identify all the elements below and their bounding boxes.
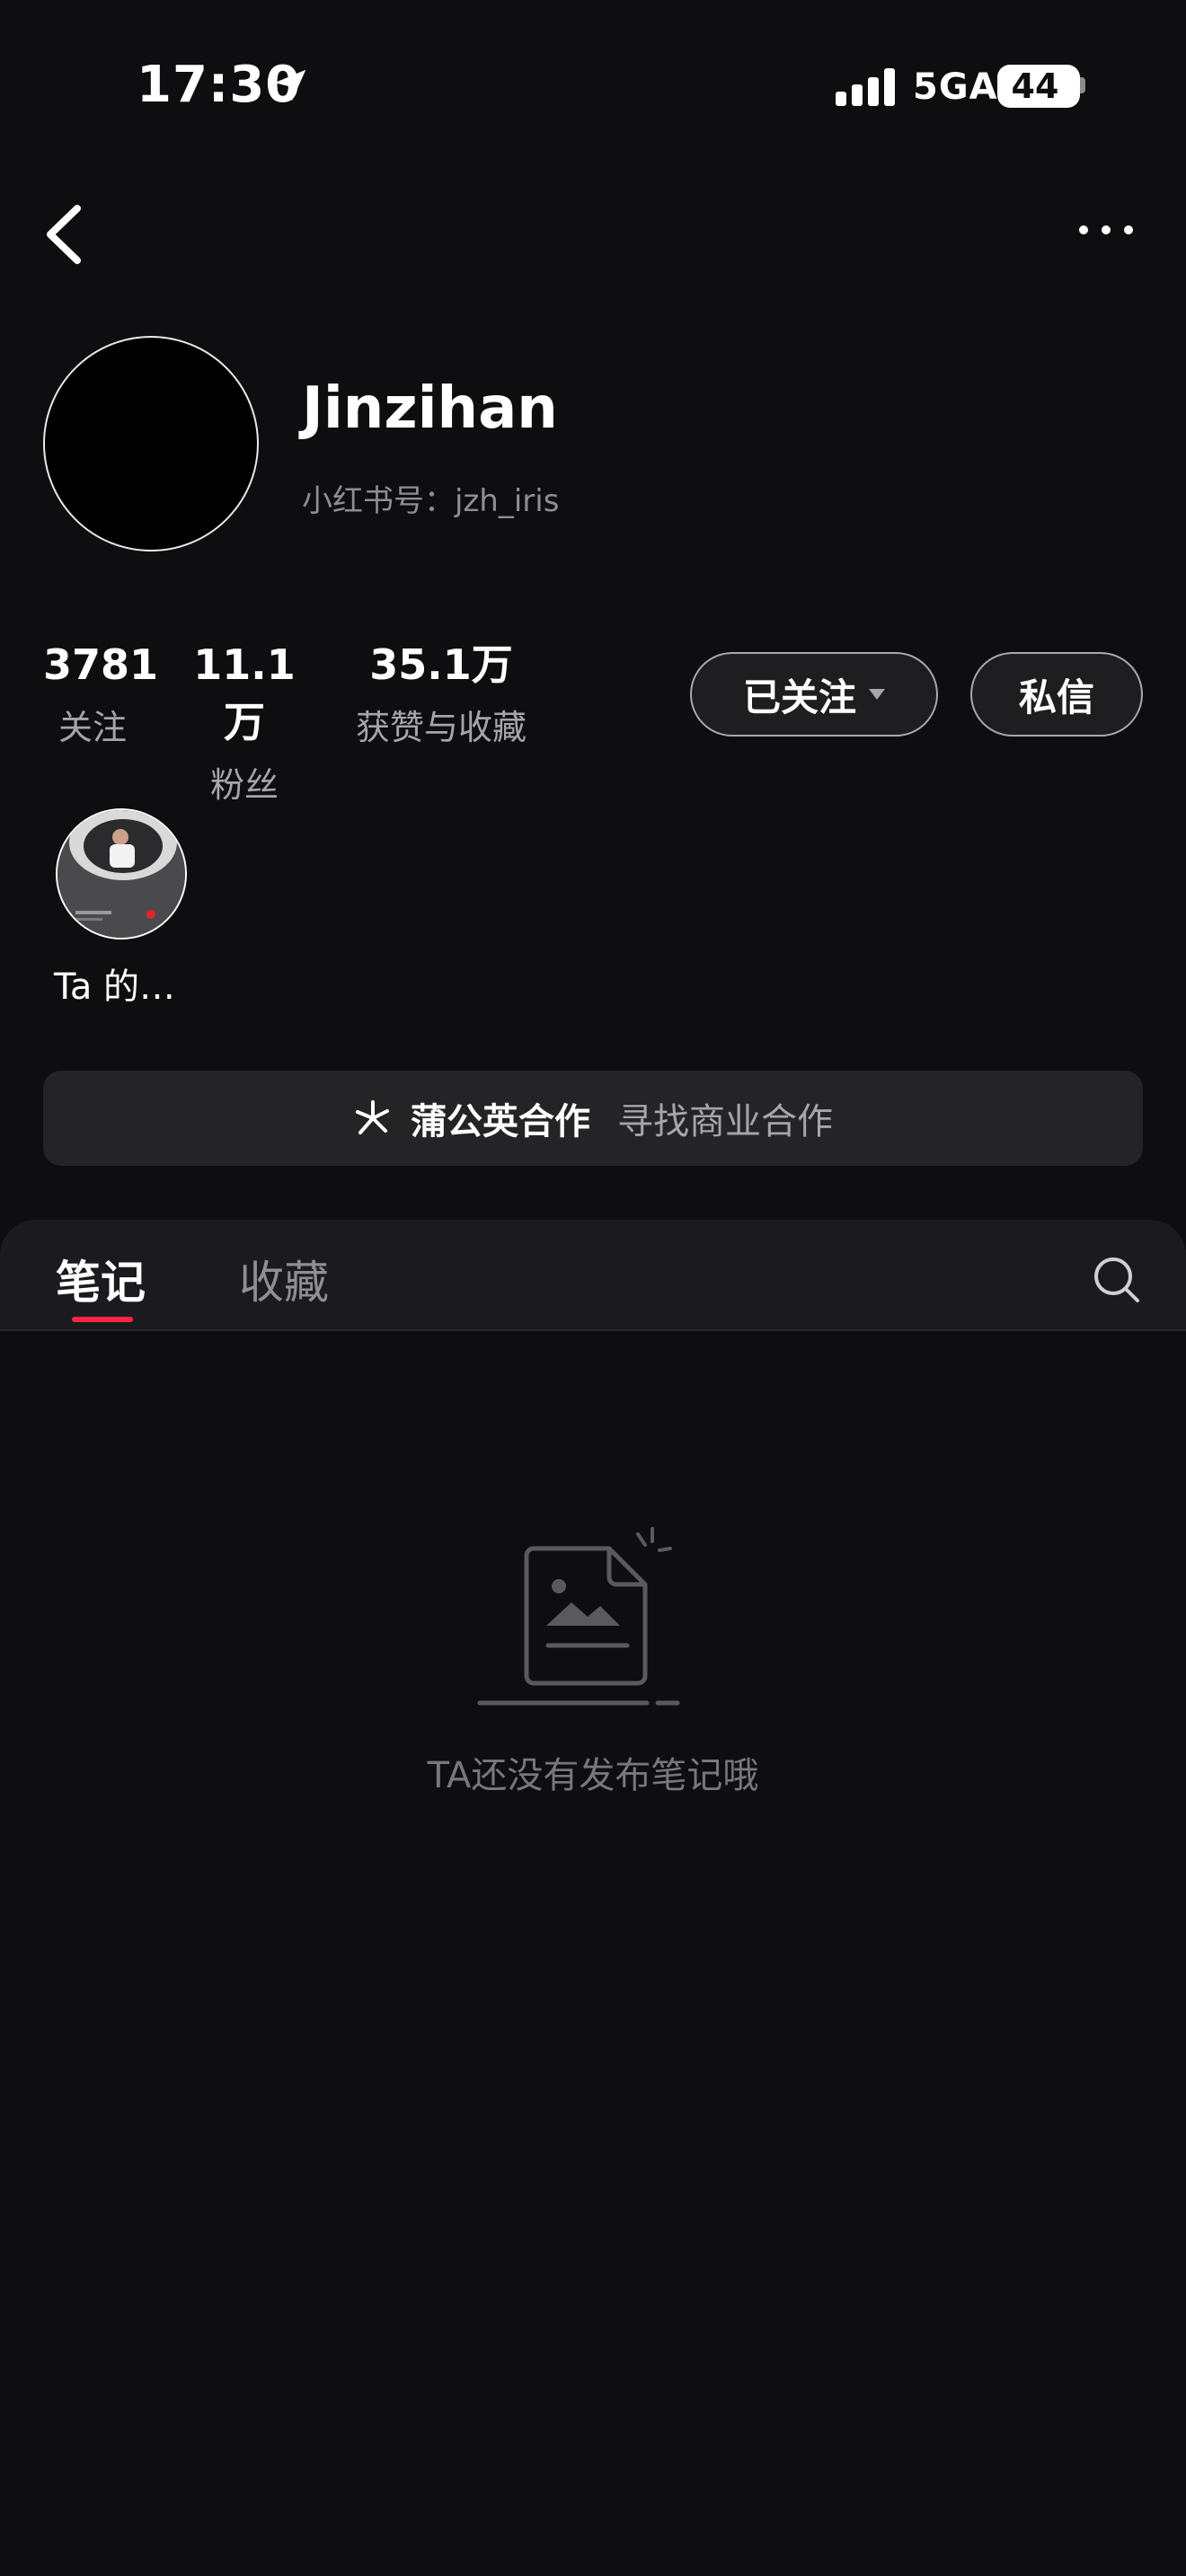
network-type: 5GA — [913, 66, 998, 108]
fans-label: 粉丝 — [209, 765, 279, 805]
profile-name: Jinzihan — [302, 375, 558, 442]
highlight-label: Ta 的… — [54, 966, 176, 1008]
active-tab-indicator — [72, 1317, 133, 1322]
following-count: 3781 — [43, 640, 159, 689]
battery-percent: 44 — [1011, 66, 1059, 106]
likes-label: 获赞与收藏 — [355, 708, 527, 747]
battery-icon: 44 — [997, 65, 1080, 108]
status-bar: 17:30 5GA 44 — [0, 0, 1186, 171]
caret-down-icon — [869, 689, 885, 700]
collab-title: 蒲公英合作 — [411, 1101, 590, 1142]
stat-following[interactable]: 3781 关注 — [43, 636, 159, 756]
more-icon[interactable] — [1075, 216, 1137, 244]
stat-likes[interactable]: 35.1万 获赞与收藏 — [347, 636, 535, 756]
avatar[interactable] — [43, 336, 259, 551]
message-button[interactable]: 私信 — [970, 652, 1143, 737]
likes-count: 35.1万 — [369, 640, 513, 689]
collab-subtitle: 寻找商业合作 — [617, 1101, 833, 1142]
location-arrow-icon — [274, 69, 306, 101]
fans-count: 11.1万 — [193, 640, 296, 746]
tab-collect[interactable]: 收藏 — [239, 1247, 329, 1311]
profile-id: 小红书号：jzh_iris — [302, 483, 560, 519]
following-button-label: 已关注 — [742, 675, 856, 719]
tab-notes[interactable]: 笔记 — [56, 1247, 146, 1311]
empty-state-message: TA还没有发布笔记哦 — [427, 1755, 759, 1796]
stat-fans[interactable]: 11.1万 粉丝 — [185, 636, 304, 814]
back-icon[interactable] — [41, 203, 86, 266]
battery-tip — [1080, 77, 1085, 93]
signal-icon — [836, 68, 895, 106]
content-tab-bar: 笔记 收藏 — [0, 1220, 1186, 1331]
collab-banner[interactable]: 蒲公英合作 寻找商业合作 — [43, 1071, 1143, 1166]
following-button[interactable]: 已关注 — [690, 652, 938, 737]
dandelion-icon — [356, 1100, 389, 1134]
search-icon[interactable] — [1091, 1254, 1141, 1304]
highlight-image — [58, 810, 185, 938]
empty-notes-icon — [477, 1527, 680, 1706]
highlight-thumbnail[interactable] — [56, 808, 187, 940]
message-button-label: 私信 — [1018, 675, 1094, 719]
following-label: 关注 — [58, 708, 127, 747]
profile-page: 17:30 5GA 44 Jinzihan 小红书号：jzh_iris 3781… — [0, 0, 1186, 2576]
